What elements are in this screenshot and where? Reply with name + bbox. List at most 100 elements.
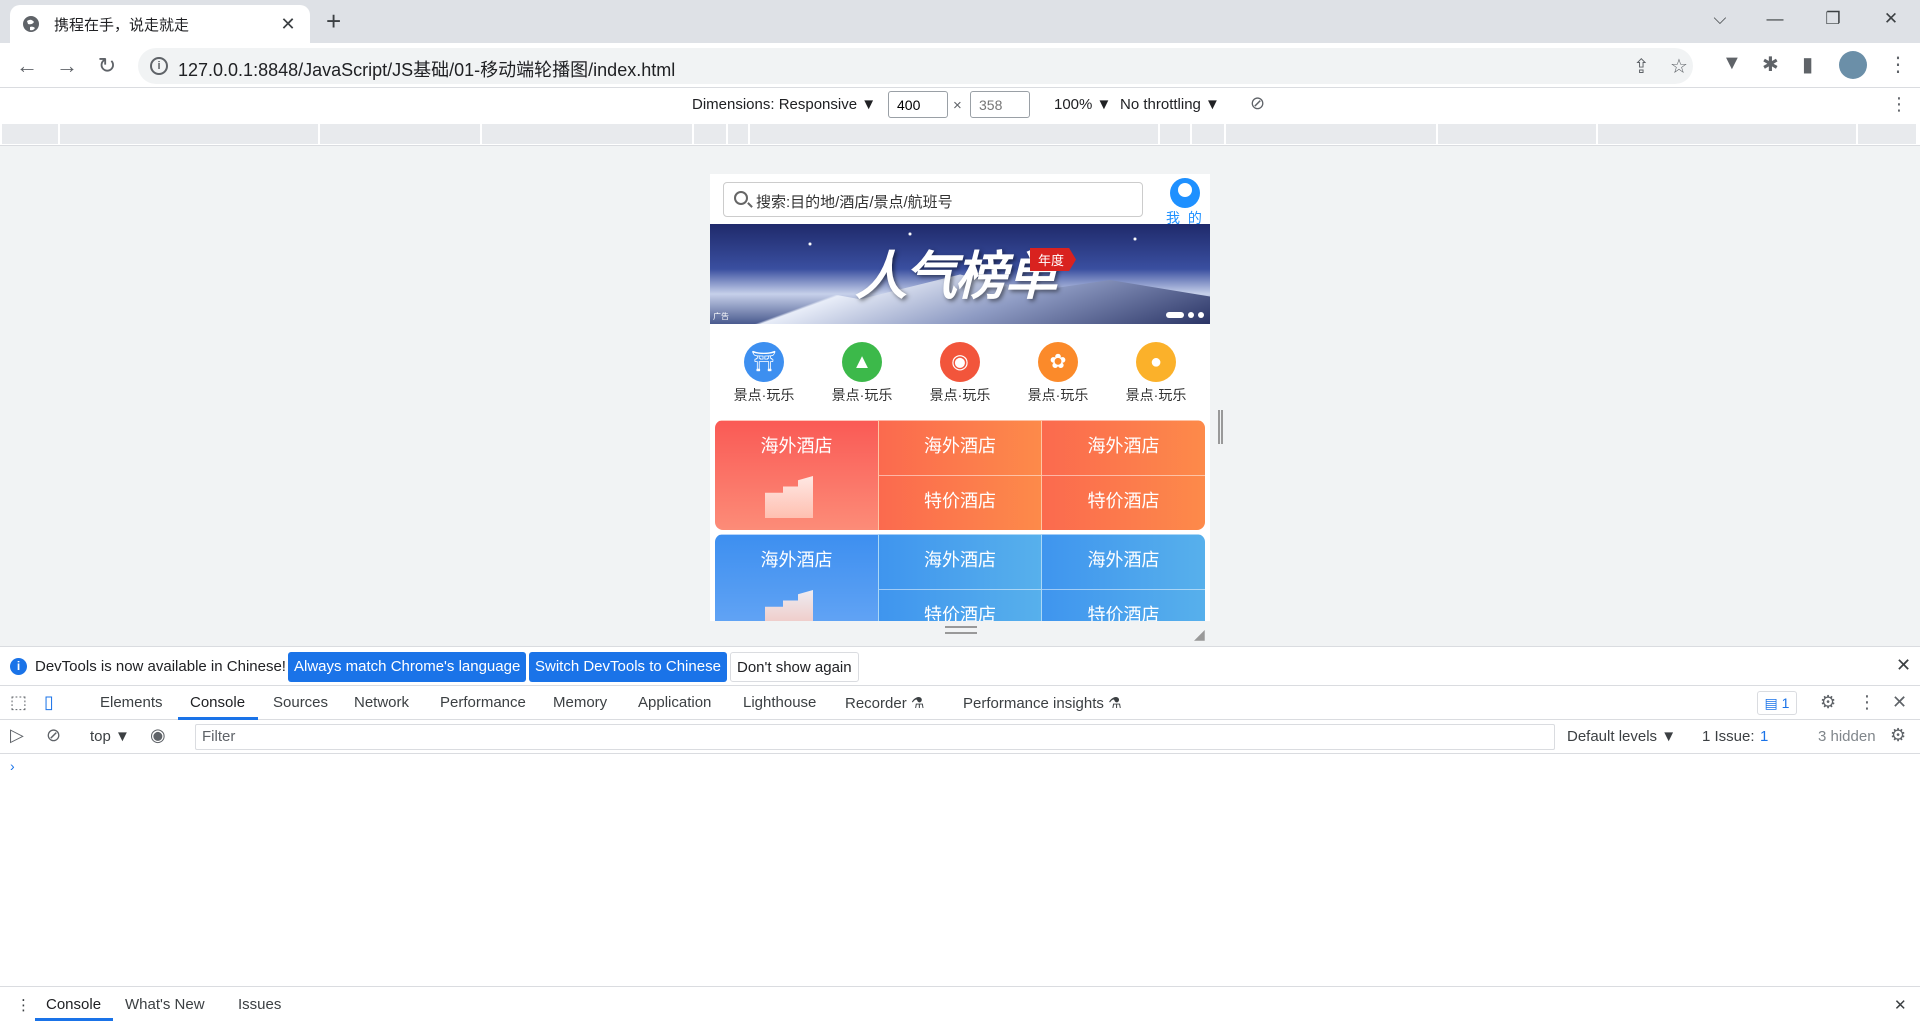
tab-application[interactable]: Application bbox=[638, 694, 711, 711]
settings-gear-icon[interactable]: ⚙ bbox=[1820, 692, 1836, 713]
mine-button[interactable]: 我 的 bbox=[1165, 178, 1205, 228]
grid-cell[interactable]: 海外酒店 bbox=[878, 534, 1041, 589]
flower-icon: ✿ bbox=[1038, 342, 1078, 382]
height-input[interactable] bbox=[970, 91, 1030, 118]
tab-recorder[interactable]: Recorder ⚗ bbox=[845, 694, 924, 712]
issues-label[interactable]: 1 Issue: bbox=[1702, 728, 1755, 745]
tab-lighthouse[interactable]: Lighthouse bbox=[743, 694, 816, 711]
tab-title: 携程在手，说走就走 bbox=[54, 16, 190, 34]
issues-count[interactable]: 1 bbox=[1760, 728, 1768, 745]
device-frame: 搜索:目的地/酒店/景点/航班号 我 的 人气榜单 年度 广告 ⛩ 景点·玩乐 … bbox=[710, 174, 1223, 644]
rotate-icon[interactable]: ⊘ bbox=[1250, 93, 1265, 114]
switch-chinese-button[interactable]: Switch DevTools to Chinese bbox=[529, 652, 727, 682]
live-expression-eye-icon[interactable]: ◉ bbox=[150, 725, 166, 746]
vue-extension-icon[interactable]: ▼ bbox=[1722, 52, 1742, 75]
drawer-tab-issues[interactable]: Issues bbox=[238, 996, 281, 1013]
clear-console-icon[interactable]: ⊘ bbox=[46, 725, 61, 746]
infobar-message: DevTools is now available in Chinese! bbox=[35, 658, 286, 675]
close-devtools-icon[interactable]: ✕ bbox=[1892, 692, 1907, 713]
indicator-dot[interactable] bbox=[1198, 312, 1204, 318]
more-options-icon[interactable]: ⋮ bbox=[1890, 94, 1908, 115]
category-item[interactable]: ▲ 景点·玩乐 bbox=[822, 334, 902, 412]
grid-cell-big[interactable]: 海外酒店 bbox=[715, 534, 878, 621]
devtools-drawer: ⋮ Console What's New Issues ✕ bbox=[0, 986, 1920, 1021]
match-language-button[interactable]: Always match Chrome's language bbox=[288, 652, 527, 682]
bookmark-star-icon[interactable]: ☆ bbox=[1670, 54, 1688, 79]
category-item[interactable]: ✿ 景点·玩乐 bbox=[1018, 334, 1098, 412]
back-icon[interactable]: ← bbox=[12, 51, 42, 81]
log-levels-select[interactable]: Default levels ▼ bbox=[1567, 728, 1676, 745]
category-item[interactable]: ⛩ 景点·玩乐 bbox=[724, 334, 804, 412]
zoom-select[interactable]: 100% ▼ bbox=[1054, 96, 1111, 113]
category-item[interactable]: ◉ 景点·玩乐 bbox=[920, 334, 1000, 412]
reload-icon[interactable]: ↻ bbox=[92, 51, 122, 81]
share-icon[interactable]: ⇪ bbox=[1633, 54, 1650, 79]
media-query-ruler[interactable] bbox=[0, 122, 1920, 146]
forward-icon[interactable]: → bbox=[52, 51, 82, 81]
tab-close-icon[interactable]: ✕ bbox=[278, 14, 298, 35]
tab-performance[interactable]: Performance bbox=[440, 694, 526, 711]
resize-handle-corner[interactable]: ◢ bbox=[1194, 626, 1205, 643]
grid-cell[interactable]: 海外酒店 bbox=[878, 420, 1041, 475]
close-window-button[interactable]: ✕ bbox=[1868, 0, 1914, 38]
tab-sources[interactable]: Sources bbox=[273, 694, 328, 711]
tab-network[interactable]: Network bbox=[354, 694, 409, 711]
grid-cell[interactable]: 特价酒店 bbox=[1041, 589, 1205, 621]
new-tab-button[interactable]: + bbox=[326, 6, 341, 36]
puzzle-extensions-icon[interactable]: ✱ bbox=[1762, 52, 1779, 77]
device-toggle-icon[interactable]: ▯ bbox=[44, 692, 54, 713]
messages-badge[interactable]: ▤ 1 bbox=[1757, 691, 1797, 715]
url-text[interactable]: 127.0.0.1:8848/JavaScript/JS基础/01-移动端轮播图… bbox=[178, 56, 675, 82]
console-output[interactable]: › bbox=[0, 754, 1920, 986]
console-settings-icon[interactable]: ⚙ bbox=[1890, 725, 1906, 746]
info-icon: i bbox=[10, 658, 27, 675]
sidebar-toggle-icon[interactable]: ▷ bbox=[10, 725, 24, 746]
resize-handle-bottom[interactable] bbox=[945, 626, 977, 634]
indicator-dot[interactable] bbox=[1188, 312, 1194, 318]
browser-tab[interactable]: 携程在手，说走就走 ✕ bbox=[10, 5, 310, 43]
tab-search-icon[interactable]: ⌵ bbox=[1697, 0, 1743, 38]
grid-cell[interactable]: 海外酒店 bbox=[1041, 534, 1205, 589]
tab-performance-insights[interactable]: Performance insights ⚗ bbox=[963, 694, 1122, 712]
drawer-tab-whats-new[interactable]: What's New bbox=[125, 996, 205, 1013]
devtools-menu-icon[interactable]: ⋮ bbox=[1858, 692, 1876, 713]
minimize-button[interactable]: — bbox=[1752, 0, 1798, 38]
devtools-tabbar: ⬚ ▯ Elements Console Sources Network Per… bbox=[0, 686, 1920, 720]
side-panel-icon[interactable]: ▮ bbox=[1802, 52, 1813, 77]
grid-cell[interactable]: 海外酒店 bbox=[1041, 420, 1205, 475]
throttling-select[interactable]: No throttling ▼ bbox=[1120, 96, 1220, 113]
profile-avatar[interactable] bbox=[1839, 51, 1867, 79]
category-label: 景点·玩乐 bbox=[733, 387, 795, 403]
grid-cell[interactable]: 特价酒店 bbox=[878, 475, 1041, 530]
console-toolbar: ▷ ⊘ top ▼ ◉ Filter Default levels ▼ 1 Is… bbox=[0, 720, 1920, 754]
viewport-scrollbar[interactable] bbox=[1218, 410, 1223, 444]
grid-cell-big[interactable]: 海外酒店 bbox=[715, 420, 878, 530]
carousel-banner[interactable]: 人气榜单 年度 广告 bbox=[710, 224, 1210, 324]
address-bar[interactable]: i 127.0.0.1:8848/JavaScript/JS基础/01-移动端轮… bbox=[138, 48, 1693, 84]
indicator-dot[interactable] bbox=[1166, 312, 1184, 318]
site-info-icon[interactable]: i bbox=[150, 57, 168, 75]
drawer-menu-icon[interactable]: ⋮ bbox=[16, 996, 31, 1014]
tab-memory[interactable]: Memory bbox=[553, 694, 607, 711]
filter-input[interactable]: Filter bbox=[195, 724, 1555, 750]
page-viewport: 搜索:目的地/酒店/景点/航班号 我 的 人气榜单 年度 广告 ⛩ 景点·玩乐 … bbox=[710, 174, 1210, 621]
tab-elements[interactable]: Elements bbox=[100, 694, 163, 711]
infobar-close-icon[interactable]: ✕ bbox=[1896, 655, 1911, 676]
tab-console[interactable]: Console bbox=[190, 694, 245, 711]
context-select[interactable]: top ▼ bbox=[90, 728, 130, 745]
restore-button[interactable]: ❐ bbox=[1810, 0, 1856, 38]
search-box[interactable]: 搜索:目的地/酒店/景点/航班号 bbox=[723, 182, 1143, 217]
category-label: 景点·玩乐 bbox=[1027, 387, 1089, 403]
close-drawer-icon[interactable]: ✕ bbox=[1894, 996, 1907, 1014]
category-label: 景点·玩乐 bbox=[1125, 387, 1187, 403]
grid-cell[interactable]: 特价酒店 bbox=[1041, 475, 1205, 530]
drawer-tab-console[interactable]: Console bbox=[46, 996, 101, 1013]
category-item[interactable]: ● 景点·玩乐 bbox=[1116, 334, 1196, 412]
console-prompt[interactable]: › bbox=[10, 758, 15, 774]
dimensions-select[interactable]: Dimensions: Responsive ▼ bbox=[692, 96, 876, 113]
grid-cell[interactable]: 特价酒店 bbox=[878, 589, 1041, 621]
dont-show-again-button[interactable]: Don't show again bbox=[730, 652, 859, 682]
width-input[interactable] bbox=[888, 91, 948, 118]
inspect-element-icon[interactable]: ⬚ bbox=[10, 692, 27, 713]
chrome-menu-icon[interactable]: ⋮ bbox=[1888, 52, 1908, 77]
